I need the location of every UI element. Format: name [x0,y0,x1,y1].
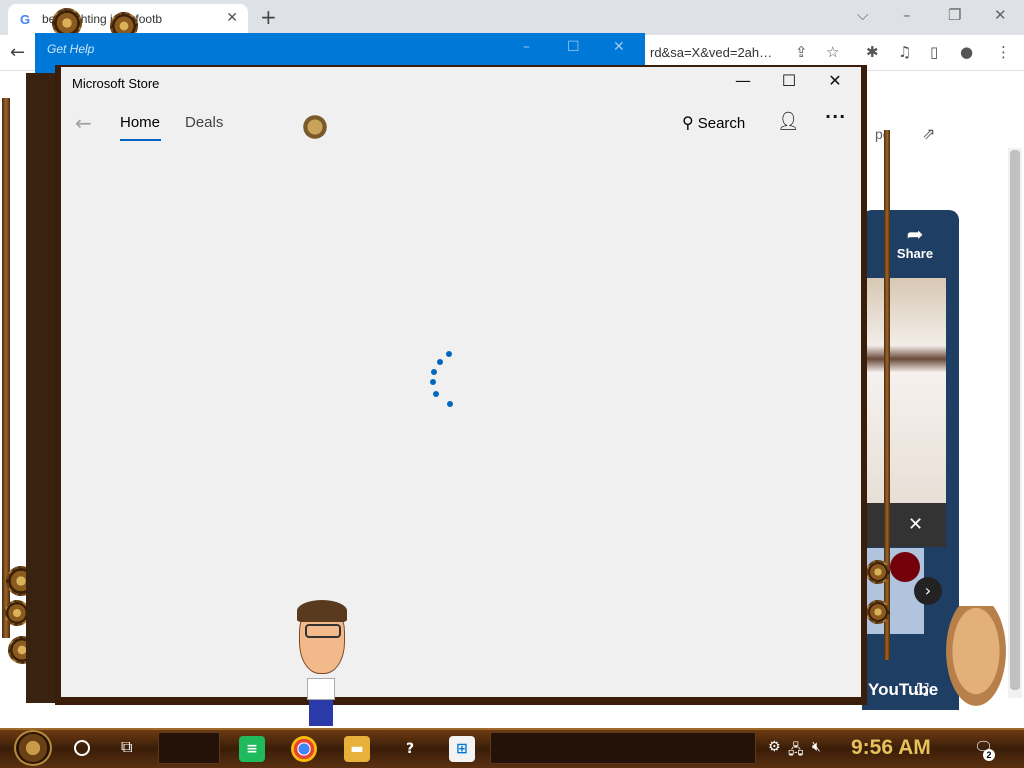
browser-close-button[interactable]: ✕ [994,6,1007,24]
team-logo-icon [890,552,920,582]
store-window-title: Microsoft Store [72,76,160,91]
desktop-cartoon-character [295,600,351,728]
character-shirt [307,678,335,700]
help-close-icon[interactable]: ✕ [613,39,625,55]
network-icon[interactable]: 🖧︎ [788,739,804,763]
address-bar-url[interactable]: rd&sa=X&ved=2ah… [650,45,772,60]
gear-icon [866,600,890,624]
chrome-app-icon[interactable] [291,736,317,762]
spinner-dot [431,369,437,375]
loading-spinner [427,351,467,411]
youtube-overlay-bar [862,503,946,547]
volume-muted-icon[interactable]: 🔇︎ [812,739,821,755]
bookmark-star-icon[interactable]: ☆ [826,43,839,61]
spinner-dot [430,379,436,385]
store-close-button[interactable]: ✕ [815,71,855,95]
notification-badge: 2 [983,749,995,761]
taskbar-empty-pane [490,732,756,764]
side-panel-icon[interactable]: ▯ [930,43,938,61]
store-search-label: Search [697,115,746,132]
gear-icon [866,560,890,584]
character-glasses [305,624,341,638]
spinner-dot [447,401,453,407]
media-controls-icon[interactable]: ♫ [898,43,911,61]
file-explorer-icon[interactable]: ▬ [344,736,370,762]
search-icon: ⚲ [682,113,694,132]
share-arrow-icon: ➦ [906,222,924,246]
browser-menu-icon[interactable]: ⋮ [996,43,1011,61]
page-scrollbar-thumb[interactable] [1010,150,1020,690]
tab-search-icon[interactable]: ⌵ [857,6,868,24]
profile-avatar-icon[interactable]: ● [960,43,973,61]
spinner-dot [437,359,443,365]
google-favicon-icon: G [20,12,31,27]
tab-close-icon[interactable]: ✕ [226,10,238,26]
external-link-icon[interactable]: ⇗ [922,124,935,143]
get-help-window-title: Get Help [47,42,95,56]
more-options-button[interactable]: ··· [825,107,846,126]
help-maximize-icon[interactable]: ☐ [567,39,580,55]
store-maximize-button[interactable]: ☐ [769,71,809,95]
tab-deals[interactable]: Deals [185,114,223,131]
taskbar-clock[interactable]: 9:56 AM [851,736,931,760]
browser-tabstrip: G best fighting irish footb ✕ + ⌵ – ❐ ✕ [0,0,1024,35]
store-search-button[interactable]: ⚲ Search [682,113,745,132]
start-button[interactable] [14,730,52,766]
decorative-pipe [2,98,10,638]
microsoft-store-window: Microsoft Store — ☐ ✕ ← Home Deals ⚲ Sear… [55,65,867,705]
fullscreen-icon[interactable]: ⛶ [917,680,928,700]
youtube-share-button[interactable]: ➦ Share [895,222,935,261]
extensions-icon[interactable]: ✱ [866,43,879,61]
spotify-app-icon[interactable]: ≡ [239,736,265,762]
task-view-icon[interactable]: ⧉ [121,737,132,757]
youtube-next-button[interactable]: › [914,577,942,605]
tab-home-indicator [120,139,161,141]
microsoft-store-app-icon[interactable]: ⊞ [449,736,475,762]
desktop-bug-character [300,112,330,142]
get-help-app-icon[interactable]: ? [397,736,423,762]
new-tab-button[interactable]: + [260,5,277,29]
share-page-icon[interactable]: ⇪ [795,43,808,61]
store-minimize-button[interactable]: — [723,71,763,95]
spinner-dot [433,391,439,397]
store-back-button[interactable]: ← [75,111,92,135]
youtube-share-label: Share [896,246,934,261]
person-add-icon[interactable]: 👤︎ [777,111,800,132]
youtube-close-icon[interactable]: ✕ [908,514,923,535]
taskbar-search-pane[interactable] [158,732,220,764]
help-minimize-icon[interactable]: – [523,39,530,55]
youtube-video-frame[interactable] [862,278,946,503]
browser-back-icon[interactable]: ← [10,42,25,63]
spinner-dot [446,351,452,357]
browser-minimize-button[interactable]: – [903,6,911,24]
character-hair [297,600,347,622]
tab-home[interactable]: Home [120,114,160,131]
store-content: Microsoft Store — ☐ ✕ ← Home Deals ⚲ Sear… [61,67,861,697]
desktop-hamster-character [946,606,1006,706]
browser-restore-button[interactable]: ❐ [948,6,961,24]
tray-chevron-icon[interactable]: ⚙ [768,739,781,755]
character-pants [309,700,333,726]
cortana-icon[interactable] [74,740,90,756]
